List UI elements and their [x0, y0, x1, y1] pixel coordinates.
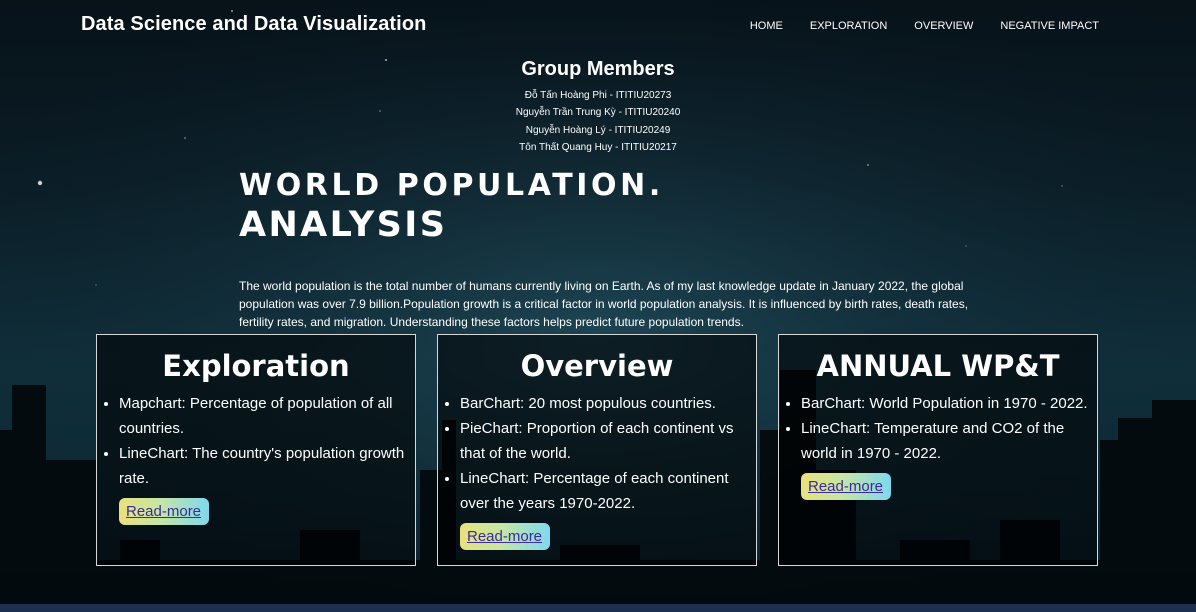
card-list-item: PieChart: Proportion of each continent v… [460, 416, 756, 466]
hero-title: WORLD POPULATION. ANALYSIS [239, 168, 664, 243]
nav-home[interactable]: HOME [750, 20, 783, 32]
card-list-item: BarChart: World Population in 1970 - 202… [801, 391, 1097, 416]
hero-title-line2: ANALYSIS [239, 205, 448, 245]
site-title: Data Science and Data Visualization [81, 13, 427, 35]
card-list-item: LineChart: Temperature and CO2 of the wo… [801, 416, 1097, 466]
hero-title-line1: WORLD POPULATION. [239, 168, 664, 203]
member-item: Đỗ Tấn Hoàng Phi - ITITIU20273 [524, 90, 672, 101]
top-nav: HOME EXPLORATION OVERVIEW NEGATIVE IMPAC… [750, 20, 1099, 32]
card-title: ANNUAL WP&T [816, 349, 1060, 383]
read-more-button[interactable]: Read-more [119, 498, 210, 525]
card-list-item: BarChart: 20 most populous countries. [460, 391, 756, 416]
nav-negative-impact[interactable]: NEGATIVE IMPACT [1000, 20, 1099, 32]
nav-exploration[interactable]: EXPLORATION [810, 20, 887, 32]
card-list: Mapchart: Percentage of population of al… [97, 391, 415, 491]
card-overview: Overview BarChart: 20 most populous coun… [437, 334, 757, 566]
card-exploration: Exploration Mapchart: Percentage of popu… [96, 334, 416, 566]
member-item: Tôn Thất Quang Huy - ITITIU20217 [519, 141, 677, 153]
card-list-item: Mapchart: Percentage of population of al… [119, 391, 415, 441]
card-list: BarChart: 20 most populous countries. Pi… [438, 391, 756, 516]
card-list-item: LineChart: The country's population grow… [119, 441, 415, 491]
member-item: Nguyễn Trần Trung Kỳ - ITITIU20240 [515, 107, 681, 119]
hero-description: The world population is the total number… [239, 279, 969, 329]
card-list-item: LineChart: Percentage of each continent … [460, 466, 756, 516]
card-annual-wpt: ANNUAL WP&T BarChart: World Population i… [778, 334, 1098, 566]
member-item: Nguyễn Hoàng Lý - ITITIU20249 [525, 124, 671, 136]
card-list: BarChart: World Population in 1970 - 202… [779, 391, 1097, 466]
card-title: Exploration [162, 349, 350, 383]
read-more-button[interactable]: Read-more [460, 523, 551, 550]
member-list: Đỗ Tấn Hoàng Phi - ITITIU20273 Nguyễn Tr… [0, 87, 1196, 156]
group-members: Group Members Đỗ Tấn Hoàng Phi - ITITIU2… [0, 58, 1196, 156]
group-members-title: Group Members [521, 58, 675, 80]
nav-overview[interactable]: OVERVIEW [914, 20, 973, 32]
card-title: Overview [520, 349, 674, 383]
read-more-button[interactable]: Read-more [801, 473, 892, 500]
